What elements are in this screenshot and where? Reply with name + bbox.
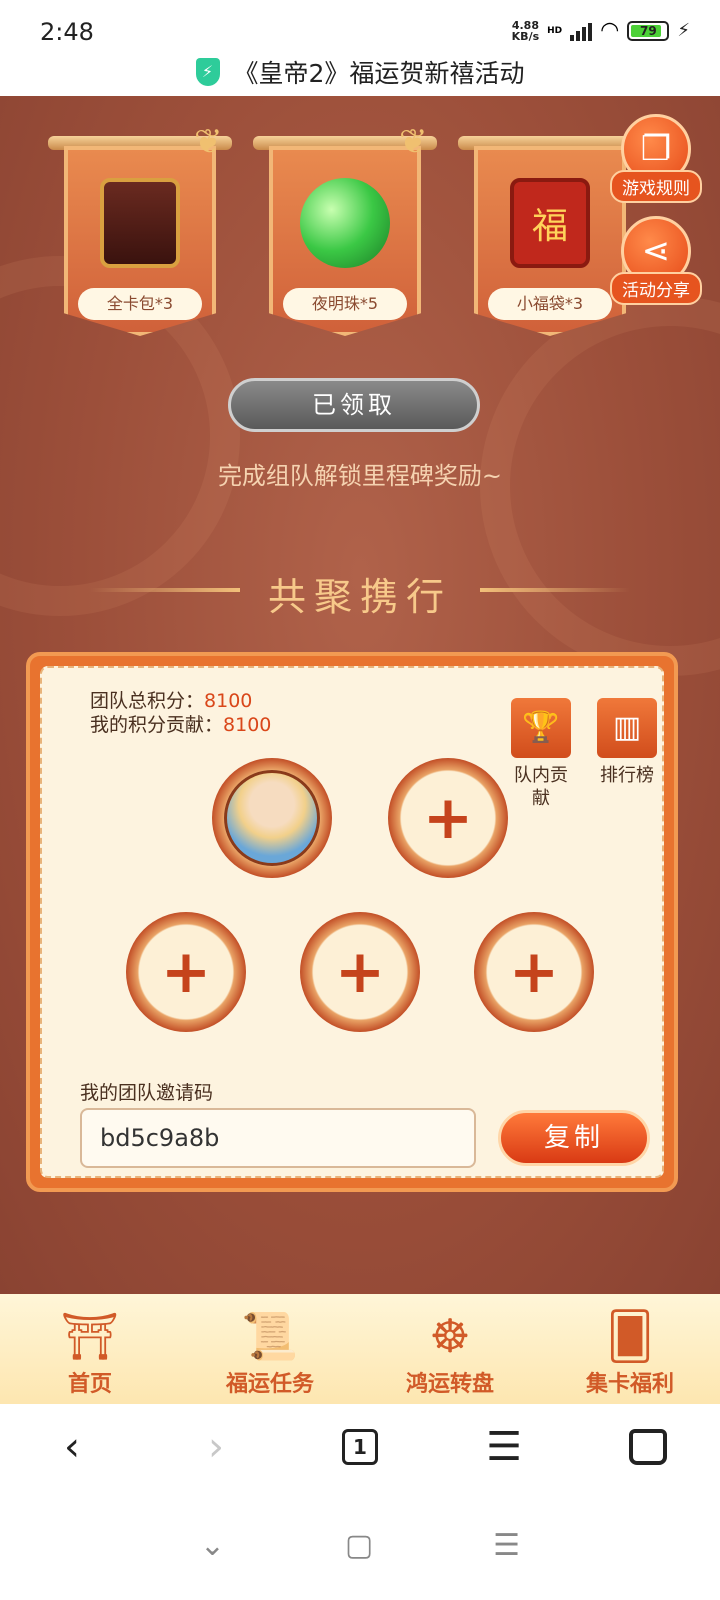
- claimed-button[interactable]: 已领取: [228, 378, 480, 432]
- card-pack-icon: [100, 178, 180, 268]
- activity-page: ❦ 全卡包*3 ❦ 夜明珠*5 福 小福袋*3 ❐ 游戏规则 ⋖ 活动分享 已领…: [0, 96, 720, 1294]
- reward-banners: ❦ 全卡包*3 ❦ 夜明珠*5 福 小福袋*3: [48, 122, 672, 356]
- menu-icon[interactable]: ☰: [474, 1417, 534, 1477]
- team-member-slot[interactable]: [212, 758, 332, 878]
- chevron-down-icon[interactable]: ⌄: [200, 1528, 225, 1563]
- nav-wheel[interactable]: ☸ 鸿运转盘: [360, 1294, 540, 1404]
- share-button[interactable]: ⋖ 活动分享: [610, 216, 702, 312]
- clock: 2:48: [40, 18, 94, 46]
- reward-label: 小福袋*3: [488, 288, 612, 320]
- browser-toolbar: ‹ › 1 ☰: [0, 1404, 720, 1490]
- home-icon: [629, 1429, 667, 1465]
- hd-badge: HD: [547, 25, 563, 36]
- milestone-text: 完成组队解锁里程碑奖励~: [217, 462, 503, 490]
- podium-icon: ▥: [597, 698, 657, 758]
- invite-code-field[interactable]: bd5c9a8b: [80, 1108, 476, 1168]
- plus-icon: +: [508, 937, 560, 1007]
- invite-member-slot[interactable]: +: [126, 912, 246, 1032]
- reward-label: 夜明珠*5: [283, 288, 407, 320]
- reward-banner: ❦ 全卡包*3: [48, 122, 232, 350]
- plus-icon: +: [422, 783, 474, 853]
- shield-icon: ⚡: [195, 58, 220, 86]
- back-icon[interactable]: ‹: [42, 1417, 102, 1477]
- invite-code-label: 我的团队邀请码: [80, 1082, 214, 1104]
- plus-icon: +: [160, 937, 212, 1007]
- battery-icon: 79: [627, 20, 670, 41]
- scroll-icon: 📜: [241, 1308, 299, 1363]
- page-title-bar: ⚡ 《皇帝2》福运贺新禧活动: [0, 48, 720, 96]
- my-score: 我的积分贡献：8100: [90, 714, 272, 736]
- system-nav-bar: ⌄ ▢ ☰: [0, 1490, 720, 1600]
- nav-cards[interactable]: 🂠 集卡福利: [540, 1294, 720, 1404]
- pearl-icon: [300, 178, 390, 268]
- signal-icon: [570, 21, 593, 41]
- status-icons: 4.88 KB/s HD ◠ 79 ⚡: [512, 18, 690, 43]
- total-score: 团队总积分：8100: [90, 690, 253, 712]
- home-button[interactable]: [618, 1417, 678, 1477]
- plus-icon: +: [334, 937, 386, 1007]
- wheel-icon: ☸: [429, 1309, 471, 1363]
- menu-lines-icon[interactable]: ☰: [493, 1528, 520, 1563]
- cards-icon: 🂠: [606, 1309, 654, 1363]
- reward-label: 全卡包*3: [78, 288, 202, 320]
- trophy-icon: 🏆: [511, 698, 571, 758]
- invite-member-slot[interactable]: +: [388, 758, 508, 878]
- game-rules-button[interactable]: ❐ 游戏规则: [610, 114, 702, 210]
- ornament-right: [480, 588, 630, 592]
- recent-apps-icon[interactable]: ▢: [345, 1528, 373, 1563]
- bottom-nav: ⛩ 首页 📜 福运任务 ☸ 鸿运转盘 🂠 集卡福利: [0, 1294, 720, 1404]
- pavilion-icon: ⛩: [60, 1308, 120, 1363]
- section-title: 共聚携行: [267, 575, 452, 619]
- team-contribution-button[interactable]: 🏆 队内贡献: [506, 698, 576, 810]
- page-title: 《皇帝2》福运贺新禧活动: [233, 59, 525, 88]
- forward-icon[interactable]: ›: [186, 1417, 246, 1477]
- nav-tasks[interactable]: 📜 福运任务: [180, 1294, 360, 1404]
- reward-banner: ❦ 夜明珠*5: [253, 122, 437, 350]
- tabs-button[interactable]: 1: [330, 1417, 390, 1477]
- copy-button[interactable]: 复制: [498, 1110, 650, 1166]
- network-speed: 4.88 KB/s: [511, 18, 540, 43]
- invite-member-slot[interactable]: +: [474, 912, 594, 1032]
- avatar: [224, 770, 320, 866]
- ranking-button[interactable]: ▥ 排行榜: [592, 698, 662, 787]
- nav-home[interactable]: ⛩ 首页: [0, 1294, 180, 1404]
- leaf-icon: ❦: [399, 122, 428, 162]
- charging-icon: ⚡: [677, 20, 690, 41]
- team-panel: 团队总积分：8100 我的积分贡献：8100 🏆 队内贡献 ▥ 排行榜 + +: [26, 652, 678, 1192]
- lucky-bag-icon: 福: [510, 178, 590, 268]
- wifi-icon: ◠: [600, 18, 620, 43]
- leaf-icon: ❦: [194, 122, 223, 162]
- invite-member-slot[interactable]: +: [300, 912, 420, 1032]
